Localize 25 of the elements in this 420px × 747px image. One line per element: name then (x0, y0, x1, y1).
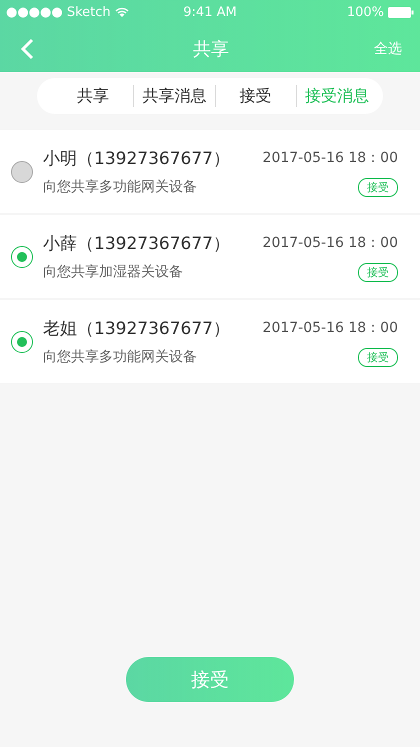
back-icon[interactable] (20, 38, 34, 60)
radio-button[interactable] (11, 330, 33, 352)
tab[interactable]: 接受 (214, 85, 296, 107)
tab[interactable]: 共享消息 (133, 85, 214, 107)
contact-name: 老姐（13927367677） (43, 318, 230, 340)
timestamp: 2017-05-16 18：00 (262, 319, 398, 337)
time-label: 9:41 AM (183, 5, 237, 20)
page-title: 共享 (193, 38, 229, 60)
contact-name: 小薛（13927367677） (43, 232, 230, 254)
radio-button[interactable] (11, 160, 33, 182)
timestamp: 2017-05-16 18：00 (262, 234, 398, 252)
share-row[interactable]: 小薛（13927367677） 2017-05-16 18：00 向您共享加湿器关设备 接受 (0, 215, 420, 298)
share-message: 向您共享多功能网关设备 (43, 348, 197, 366)
battery-label: 100% (346, 5, 384, 20)
share-row[interactable]: 老姐（13927367677） 2017-05-16 18：00 向您共享多功能网关设备 接受 (0, 300, 420, 383)
battery-icon (388, 7, 414, 18)
share-message: 向您共享加湿器关设备 (43, 263, 183, 281)
timestamp: 2017-05-16 18：00 (262, 149, 398, 167)
share-row[interactable]: 小明（13927367677） 2017-05-16 18：00 向您共享多功能网关设备 接受 (0, 130, 420, 213)
carrier-label: ●●●●● Sketch (6, 5, 111, 20)
share-message: 向您共享多功能网关设备 (43, 178, 197, 196)
wifi-icon (114, 7, 129, 18)
radio-button[interactable] (11, 246, 33, 268)
tab[interactable]: 共享 (53, 85, 134, 107)
contact-name: 小明（13927367677） (43, 148, 230, 170)
